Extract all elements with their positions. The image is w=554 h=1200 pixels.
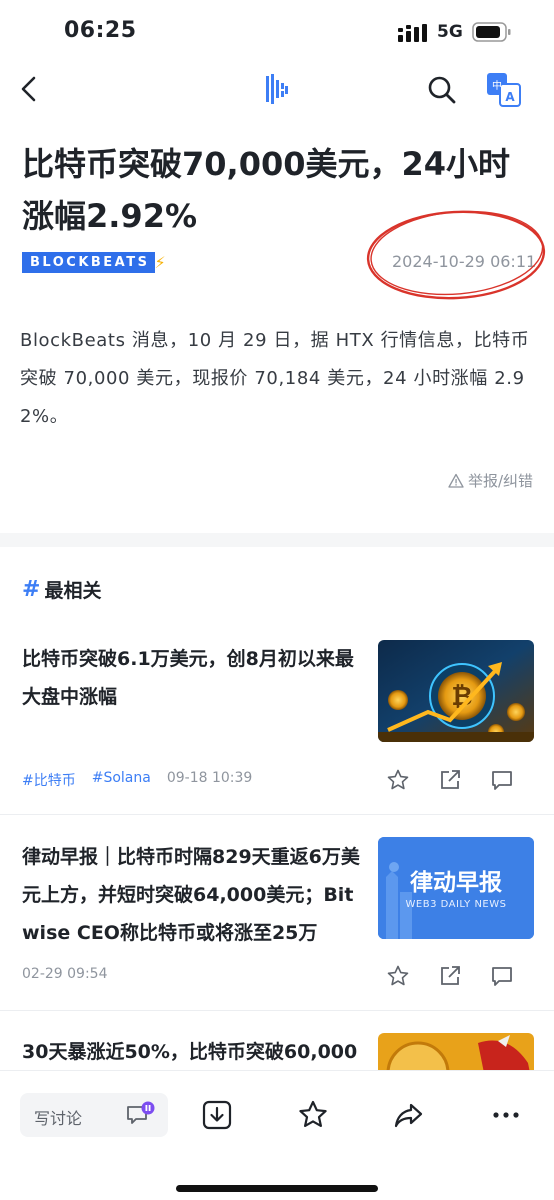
- news-title[interactable]: 律动早报｜比特币时隔829天重返6万美元上方，并短时突破64,000美元；Bit…: [22, 838, 368, 952]
- related-heading-label: 最相关: [44, 580, 102, 602]
- news-actions: [386, 768, 514, 792]
- item-separator: [0, 814, 554, 815]
- blockbeats-logo-icon: [266, 74, 288, 104]
- signal-icon: [398, 24, 427, 42]
- chevron-left-icon[interactable]: [16, 74, 42, 104]
- news-thumbnail[interactable]: 律动早报 WEB3 DAILY NEWS: [378, 837, 534, 939]
- article-title: 比特币突破70,000美元，24小时涨幅2.92%: [22, 145, 511, 235]
- news-meta: 02-29 09:54: [22, 966, 107, 982]
- news-meta: #比特币 #Solana 09-18 10:39: [22, 770, 252, 790]
- star-icon[interactable]: [297, 1099, 329, 1131]
- nav-bar: 中 A: [0, 62, 554, 118]
- bitcoin-bull-image: [378, 1033, 534, 1070]
- discussion-icon[interactable]: [126, 1101, 156, 1129]
- news-actions: [386, 964, 514, 988]
- svg-text:中: 中: [492, 79, 502, 92]
- article-body: BlockBeats 消息，10 月 29 日，据 HTX 行情信息，比特币突破…: [20, 330, 530, 427]
- news-thumbnail[interactable]: [378, 1033, 534, 1070]
- star-icon[interactable]: [386, 964, 410, 988]
- related-heading: # 最相关: [22, 576, 101, 603]
- svg-text:A: A: [505, 90, 515, 104]
- thumb-subtitle: WEB3 DAILY NEWS: [405, 899, 507, 910]
- network-label: 5G: [437, 22, 463, 42]
- star-icon[interactable]: [386, 768, 410, 792]
- section-divider: [0, 533, 554, 547]
- bitcoin-image: ₿: [378, 640, 534, 742]
- search-icon[interactable]: [427, 75, 457, 105]
- report-label: 举报/纠错: [467, 472, 533, 490]
- bolt-icon: ⚡: [154, 252, 166, 272]
- news-tag[interactable]: #Solana: [92, 770, 151, 790]
- download-icon[interactable]: [201, 1099, 233, 1131]
- article-timestamp: 2024-10-29 06:11: [392, 252, 537, 271]
- warning-icon: [448, 473, 464, 488]
- bottom-bar: 写讨论: [0, 1070, 554, 1200]
- news-date: 02-29 09:54: [22, 966, 108, 982]
- news-tag[interactable]: #比特币: [22, 770, 76, 790]
- comment-icon[interactable]: [490, 964, 514, 988]
- item-separator: [0, 1010, 554, 1011]
- forward-icon[interactable]: [393, 1099, 425, 1131]
- news-item[interactable]: 30天暴涨近50%，比特币突破60,000: [0, 1030, 554, 1070]
- share-icon[interactable]: [438, 768, 462, 792]
- hash-icon: #: [22, 577, 41, 602]
- news-title[interactable]: 30天暴涨近50%，比特币突破60,000: [22, 1033, 382, 1070]
- comment-icon[interactable]: [490, 768, 514, 792]
- share-icon[interactable]: [438, 964, 462, 988]
- source-logo-text: BLOCKBEATS: [22, 251, 156, 273]
- home-indicator: [176, 1185, 378, 1192]
- source-logo[interactable]: BLOCKBEATS ⚡: [22, 251, 166, 273]
- translate-icon[interactable]: 中 A: [487, 73, 521, 107]
- battery-icon: [472, 22, 511, 42]
- news-date: 09-18 10:39: [166, 770, 253, 786]
- status-time: 06:25: [64, 18, 137, 43]
- comment-placeholder: 写讨论: [34, 1109, 83, 1128]
- comment-input[interactable]: 写讨论: [20, 1093, 168, 1137]
- status-bar: 06:25 5G: [0, 0, 554, 62]
- news-title[interactable]: 比特币突破6.1万美元，创8月初以来最大盘中涨幅: [22, 640, 362, 716]
- news-thumbnail[interactable]: ₿: [378, 640, 534, 742]
- report-link[interactable]: 举报/纠错: [448, 470, 533, 491]
- more-icon[interactable]: [490, 1099, 522, 1131]
- thumb-title: 律动早报: [410, 870, 502, 896]
